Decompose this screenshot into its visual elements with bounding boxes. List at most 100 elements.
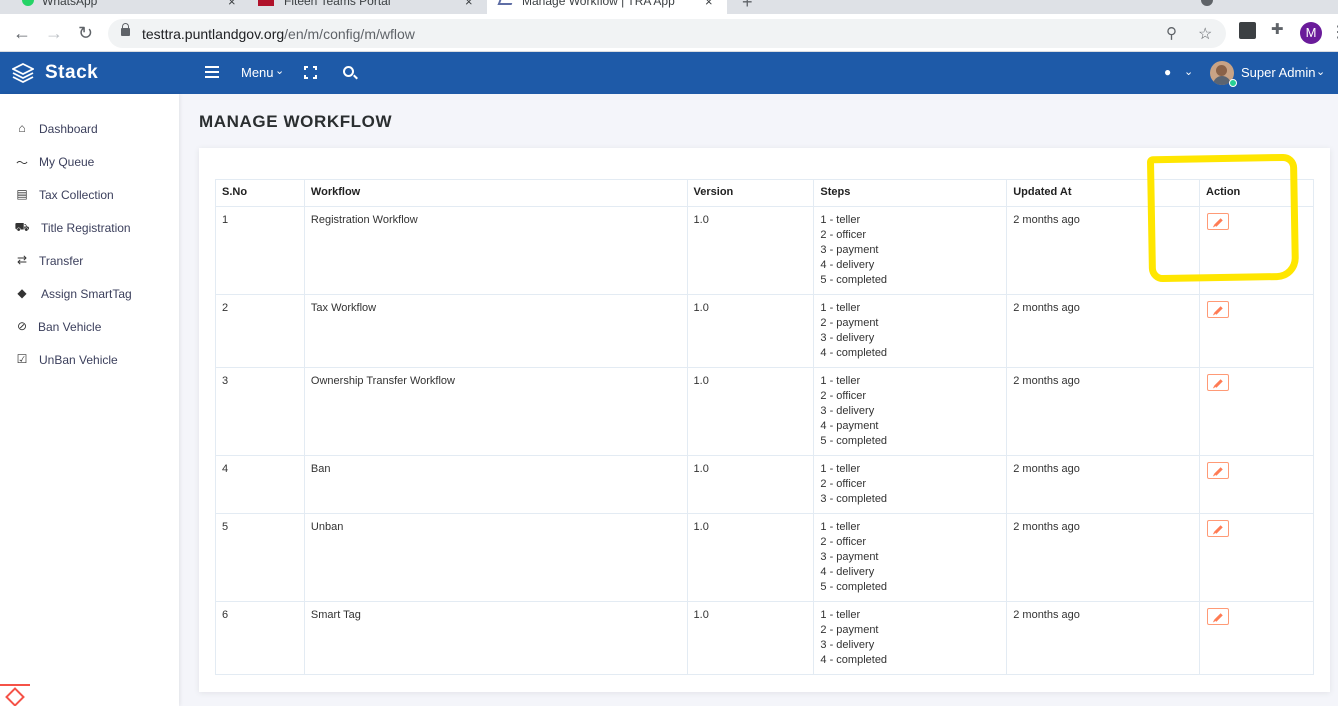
cell-sno: 6: [215, 601, 305, 675]
cell-workflow: Unban: [303, 513, 688, 602]
chevron-down-icon: ⌄: [275, 65, 285, 77]
pencil-icon: [1214, 379, 1223, 388]
menu-dropdown[interactable]: Menu: [241, 65, 274, 80]
trend-line-icon: 〜: [15, 156, 28, 170]
step-item: 2 - officer: [820, 229, 867, 241]
step-item: 3 - payment: [820, 244, 879, 256]
sidebar-item-assign-smarttag[interactable]: ◆ Assign SmartTag: [14, 286, 174, 306]
sidebar-item-title-registration[interactable]: ⛟ Title Registration: [14, 220, 174, 240]
cell-workflow: Ban: [303, 455, 688, 514]
puzzle-extensions-icon[interactable]: ✚: [1271, 20, 1288, 38]
step-item: 1 - teller: [820, 521, 861, 533]
laravel-debugbar-icon[interactable]: [0, 684, 30, 706]
step-item: 4 - completed: [820, 347, 888, 359]
sidebar-item-unban-vehicle[interactable]: ☑ UnBan Vehicle: [14, 352, 174, 372]
hamburger-icon[interactable]: [205, 66, 219, 78]
cell-version: 1.0: [686, 455, 815, 514]
step-item: 1 - teller: [820, 214, 861, 226]
cell-sno: 2: [215, 294, 305, 368]
sidebar-item-label: Ban Vehicle: [38, 320, 102, 334]
cell-action: [1199, 455, 1314, 514]
sidebar-item-dashboard[interactable]: ⌂ Dashboard: [14, 121, 174, 141]
zoom-icon[interactable]: ⚲: [1166, 24, 1177, 42]
tab-fiteen[interactable]: Fiteen Teams Portal ×: [246, 0, 486, 14]
user-name[interactable]: Super Admin: [1241, 65, 1315, 80]
step-item: 4 - payment: [820, 420, 879, 432]
pencil-icon: [1214, 525, 1223, 534]
address-bar[interactable]: testtra.puntlandgov.org/en/m/config/m/wf…: [108, 19, 1226, 48]
tab-whatsapp[interactable]: WhatsApp ×: [0, 0, 245, 14]
table-row: 6 Smart Tag 1.0 1 - teller 2 - payment 3…: [215, 601, 1314, 675]
step-item: 2 - payment: [820, 624, 879, 636]
browser-menu-dot-icon[interactable]: [1201, 0, 1213, 6]
cell-steps: 1 - teller 2 - officer 3 - completed: [813, 455, 1008, 514]
cell-steps: 1 - teller 2 - payment 3 - delivery 4 - …: [813, 294, 1008, 368]
sidebar-item-label: UnBan Vehicle: [39, 353, 118, 367]
step-item: 5 - completed: [820, 274, 888, 286]
edit-button[interactable]: [1207, 462, 1230, 479]
back-arrow-icon[interactable]: ←: [13, 23, 31, 43]
edit-button[interactable]: [1207, 520, 1230, 537]
fullscreen-icon[interactable]: [304, 66, 317, 79]
cell-updated-at: 2 months ago: [1006, 601, 1201, 675]
search-icon[interactable]: [343, 66, 354, 77]
cell-workflow: Ownership Transfer Workflow: [303, 367, 688, 456]
list-card-icon: ▤: [16, 187, 28, 201]
ban-icon: ⊘: [16, 319, 28, 333]
url-text[interactable]: testtra.puntlandgov.org/en/m/config/m/wf…: [142, 26, 415, 42]
cell-sno: 4: [215, 455, 305, 514]
close-icon[interactable]: ×: [465, 0, 473, 9]
cell-version: 1.0: [686, 206, 815, 295]
cell-sno: 1: [215, 206, 305, 295]
kebab-menu-icon[interactable]: ⋮: [1330, 22, 1338, 42]
url-path: /en/m/config/m/wflow: [284, 26, 415, 42]
step-item: 5 - completed: [820, 435, 888, 447]
tab-manage-workflow[interactable]: Manage Workflow | TRA App ×: [487, 0, 727, 14]
check-square-icon: ☑: [16, 352, 28, 366]
cell-workflow: Smart Tag: [303, 601, 688, 675]
sidebar-item-label: Transfer: [39, 254, 84, 268]
sidebar-item-ban-vehicle[interactable]: ⊘ Ban Vehicle: [14, 319, 174, 339]
column-header-sno: S.No: [215, 179, 305, 207]
column-header-steps: Steps: [813, 179, 1008, 207]
sidebar-item-label: My Queue: [39, 155, 95, 169]
teams-portal-icon: [258, 0, 274, 6]
sidebar: ⌂ Dashboard 〜 My Queue ▤ Tax Collection …: [0, 94, 179, 706]
edit-button[interactable]: [1207, 374, 1230, 391]
user-icon[interactable]: ●: [1164, 65, 1171, 79]
selenium-extension-icon[interactable]: [1239, 22, 1256, 39]
step-item: 3 - payment: [820, 551, 879, 563]
step-item: 1 - teller: [820, 375, 861, 387]
edit-button[interactable]: [1207, 608, 1230, 625]
column-header-workflow: Workflow: [303, 179, 688, 207]
edit-button[interactable]: [1207, 301, 1230, 318]
table-row: 3 Ownership Transfer Workflow 1.0 1 - te…: [215, 367, 1314, 456]
sidebar-item-label: Tax Collection: [39, 188, 114, 202]
cell-action: [1199, 294, 1314, 368]
online-status-dot: [1229, 79, 1237, 87]
sidebar-item-label: Assign SmartTag: [41, 287, 132, 301]
new-tab-icon[interactable]: +: [742, 0, 753, 13]
forward-arrow-icon[interactable]: →: [45, 23, 63, 43]
cell-steps: 1 - teller 2 - payment 3 - delivery 4 - …: [813, 601, 1008, 675]
cell-version: 1.0: [686, 513, 815, 602]
close-icon[interactable]: ×: [705, 0, 713, 9]
sidebar-item-my-queue[interactable]: 〜 My Queue: [14, 154, 174, 174]
tags-icon: ◆: [17, 286, 27, 300]
sidebar-item-transfer[interactable]: ⇄ Transfer: [14, 253, 174, 273]
cell-workflow: Tax Workflow: [303, 294, 688, 368]
profile-avatar[interactable]: M: [1300, 22, 1322, 44]
app-header: Stack Menu ⌄ ● ⌄ Super Admin ⌄: [0, 52, 1338, 94]
cell-action: [1199, 601, 1314, 675]
step-item: 1 - teller: [820, 302, 861, 314]
sidebar-item-tax-collection[interactable]: ▤ Tax Collection: [14, 187, 174, 207]
cell-action: [1199, 367, 1314, 456]
step-item: 4 - completed: [820, 654, 888, 666]
brand-name[interactable]: Stack: [45, 62, 98, 84]
close-icon[interactable]: ×: [228, 0, 236, 9]
table-row: 4 Ban 1.0 1 - teller 2 - officer 3 - com…: [215, 455, 1314, 514]
star-icon[interactable]: ☆: [1198, 24, 1212, 44]
cell-workflow: Registration Workflow: [303, 206, 688, 295]
reload-icon[interactable]: ↻: [78, 23, 93, 43]
sidebar-item-label: Dashboard: [39, 122, 98, 136]
